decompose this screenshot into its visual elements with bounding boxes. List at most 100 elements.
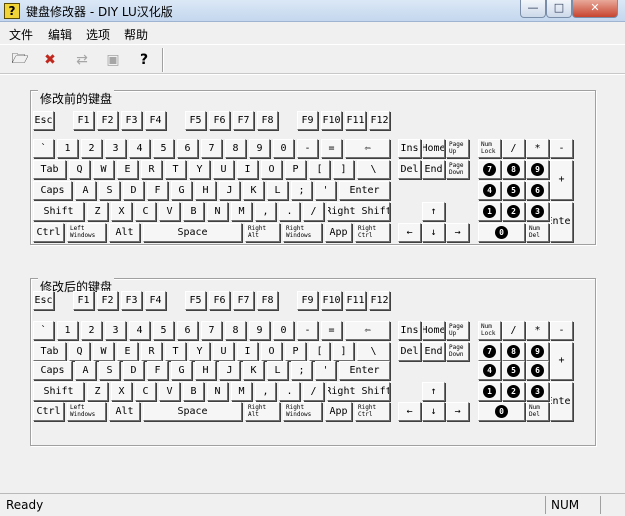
after-key-f9[interactable]: F9 [297, 291, 318, 310]
after-key-rctrl[interactable]: Right Ctrl [355, 402, 390, 421]
after-key-slash[interactable]: / [303, 382, 324, 401]
minimize-button[interactable]: — [520, 0, 546, 18]
after-key-num9[interactable]: 9 [526, 342, 549, 361]
menu-file[interactable]: 文件 [9, 26, 33, 43]
after-key-b[interactable]: B [183, 382, 204, 401]
after-key-quote[interactable]: ' [315, 361, 336, 380]
after-key-v[interactable]: V [159, 382, 180, 401]
after-key-num6[interactable]: 6 [526, 361, 549, 380]
after-key-pgdn[interactable]: Page Down [446, 342, 469, 361]
before-key-d4[interactable]: 4 [129, 139, 150, 158]
before-key-num3[interactable]: 3 [526, 202, 549, 221]
before-key-slash[interactable]: / [303, 202, 324, 221]
after-key-f[interactable]: F [147, 361, 168, 380]
after-key-d6[interactable]: 6 [177, 321, 198, 340]
before-key-v[interactable]: V [159, 202, 180, 221]
before-key-d3[interactable]: 3 [105, 139, 126, 158]
before-key-num9[interactable]: 9 [526, 160, 549, 179]
after-key-space[interactable]: Space [143, 402, 242, 421]
before-key-g[interactable]: G [171, 181, 192, 200]
before-key-home[interactable]: Home [422, 139, 445, 158]
before-key-equals[interactable]: = [321, 139, 342, 158]
before-key-d0[interactable]: 0 [273, 139, 294, 158]
after-key-g[interactable]: G [171, 361, 192, 380]
before-key-s[interactable]: S [99, 181, 120, 200]
after-key-d4[interactable]: 4 [129, 321, 150, 340]
before-key-lshift[interactable]: Shift [33, 202, 84, 221]
maximize-button[interactable]: □ [546, 0, 572, 18]
after-key-t[interactable]: T [165, 342, 186, 361]
after-key-c[interactable]: C [135, 382, 156, 401]
before-key-z[interactable]: Z [87, 202, 108, 221]
before-key-i[interactable]: I [237, 160, 258, 179]
after-key-n[interactable]: N [207, 382, 228, 401]
after-key-num8[interactable]: 8 [502, 342, 525, 361]
after-key-backspace[interactable]: ⇦ [345, 321, 390, 340]
after-key-right[interactable]: → [446, 402, 469, 421]
after-key-f3[interactable]: F3 [121, 291, 142, 310]
menu-options[interactable]: 选项 [86, 26, 110, 43]
after-key-comma[interactable]: , [255, 382, 276, 401]
after-key-f12[interactable]: F12 [369, 291, 390, 310]
before-key-f2[interactable]: F2 [97, 111, 118, 130]
after-key-num5[interactable]: 5 [502, 361, 525, 380]
after-key-period[interactable]: . [279, 382, 300, 401]
before-key-f5[interactable]: F5 [185, 111, 206, 130]
before-key-up[interactable]: ↑ [422, 202, 445, 221]
after-key-f11[interactable]: F11 [345, 291, 366, 310]
after-key-d9[interactable]: 9 [249, 321, 270, 340]
after-key-numenter[interactable]: Enter [550, 382, 573, 421]
after-key-o[interactable]: O [261, 342, 282, 361]
after-key-num3[interactable]: 3 [526, 382, 549, 401]
before-key-l[interactable]: L [267, 181, 288, 200]
after-key-d[interactable]: D [123, 361, 144, 380]
before-key-t[interactable]: T [165, 160, 186, 179]
after-key-x[interactable]: X [111, 382, 132, 401]
before-key-f3[interactable]: F3 [121, 111, 142, 130]
after-key-minus[interactable]: - [297, 321, 318, 340]
resize-grip[interactable] [600, 496, 620, 514]
after-key-z[interactable]: Z [87, 382, 108, 401]
after-key-m[interactable]: M [231, 382, 252, 401]
after-key-esc[interactable]: Esc [33, 291, 54, 310]
before-key-a[interactable]: A [75, 181, 96, 200]
after-key-num0[interactable]: 0 [478, 402, 525, 421]
after-key-num1[interactable]: 1 [478, 382, 501, 401]
after-key-lctrl[interactable]: Ctrl [33, 402, 64, 421]
before-key-c[interactable]: C [135, 202, 156, 221]
before-key-num7[interactable]: 7 [478, 160, 501, 179]
after-key-j[interactable]: J [219, 361, 240, 380]
open-keyboard-button[interactable]: 🗁 [10, 50, 30, 70]
before-key-rwin[interactable]: Right Windows [283, 223, 322, 242]
before-key-h[interactable]: H [195, 181, 216, 200]
before-key-r[interactable]: R [141, 160, 162, 179]
before-key-nummul[interactable]: * [526, 139, 549, 158]
after-key-numlock[interactable]: Num Lock [478, 321, 501, 340]
after-key-num7[interactable]: 7 [478, 342, 501, 361]
after-key-d8[interactable]: 8 [225, 321, 246, 340]
before-key-tab[interactable]: Tab [33, 160, 66, 179]
before-key-rshift[interactable]: Right Shift [327, 202, 390, 221]
after-key-f8[interactable]: F8 [257, 291, 278, 310]
after-key-a[interactable]: A [75, 361, 96, 380]
before-key-q[interactable]: Q [69, 160, 90, 179]
before-key-e[interactable]: E [117, 160, 138, 179]
before-key-d1[interactable]: 1 [57, 139, 78, 158]
after-key-numadd[interactable]: + [550, 342, 573, 380]
before-key-num6[interactable]: 6 [526, 181, 549, 200]
after-key-num4[interactable]: 4 [478, 361, 501, 380]
after-key-d5[interactable]: 5 [153, 321, 174, 340]
before-key-minus[interactable]: - [297, 139, 318, 158]
before-key-backtick[interactable]: ` [33, 139, 54, 158]
after-key-d2[interactable]: 2 [81, 321, 102, 340]
after-key-k[interactable]: K [243, 361, 264, 380]
before-key-ins[interactable]: Ins [398, 139, 421, 158]
before-key-rbracket[interactable]: ] [333, 160, 354, 179]
after-key-f5[interactable]: F5 [185, 291, 206, 310]
after-key-lalt[interactable]: Alt [109, 402, 140, 421]
after-key-rbracket[interactable]: ] [333, 342, 354, 361]
before-key-n[interactable]: N [207, 202, 228, 221]
before-key-numdiv[interactable]: / [502, 139, 525, 158]
before-key-lctrl[interactable]: Ctrl [33, 223, 64, 242]
before-key-d6[interactable]: 6 [177, 139, 198, 158]
